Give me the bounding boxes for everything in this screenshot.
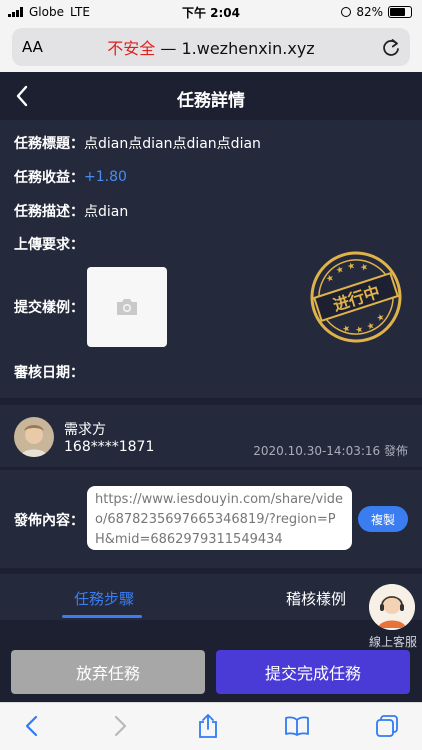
upload-requirement-row: 上傳要求： bbox=[14, 234, 84, 254]
task-reward-value: +1.80 bbox=[84, 169, 127, 185]
submit-sample-row: 提交樣例： bbox=[14, 297, 84, 317]
svg-text:★: ★ bbox=[325, 273, 336, 285]
upload-requirement-label: 上傳要求： bbox=[14, 237, 84, 253]
battery-icon bbox=[388, 6, 412, 18]
customer-service[interactable]: 線上客服 bbox=[367, 584, 417, 650]
status-bar: Globe LTE 下午 2:04 82% bbox=[0, 0, 422, 24]
content-label: 發佈內容： bbox=[14, 513, 84, 529]
address-bar[interactable]: AA 不安全 — 1.wezhenxin.xyz bbox=[12, 28, 410, 66]
in-progress-stamp: ★ ★ ★ ★ ★ ★ ★ ★ 进行中 bbox=[310, 251, 402, 343]
task-desc-value: 点dian bbox=[84, 204, 129, 220]
task-reward-label: 任務收益： bbox=[14, 170, 84, 186]
task-desc-label: 任務描述： bbox=[14, 204, 84, 220]
review-date-label: 審核日期： bbox=[14, 365, 84, 381]
share-icon[interactable] bbox=[197, 713, 219, 739]
svg-text:★: ★ bbox=[354, 325, 365, 337]
review-date-row: 審核日期： bbox=[14, 362, 84, 382]
svg-text:★: ★ bbox=[375, 312, 386, 324]
requester-name: 需求方 bbox=[64, 422, 106, 438]
browser-forward-icon[interactable] bbox=[112, 715, 128, 737]
svg-text:★: ★ bbox=[359, 262, 370, 274]
orientation-lock-icon bbox=[341, 7, 352, 17]
submit-sample-label: 提交樣例： bbox=[14, 300, 84, 316]
bookmarks-icon[interactable] bbox=[284, 716, 310, 736]
task-title-value: 点dian点dian点dian点dian bbox=[84, 136, 261, 152]
tabs-icon[interactable] bbox=[375, 714, 399, 738]
task-title-row: 任務標題： 点dian点dian点dian点dian bbox=[14, 133, 261, 153]
sample-image-upload[interactable] bbox=[87, 267, 167, 347]
task-detail-card: 任務標題： 点dian点dian点dian点dian 任務收益： +1.80 任… bbox=[0, 120, 422, 398]
requester-card: 需求方 168****1871 2020.10.30-14:03:16 發佈 bbox=[0, 405, 422, 467]
customer-service-icon[interactable] bbox=[369, 584, 415, 630]
content-link-box[interactable]: https://www.iesdouyin.com/share/video/68… bbox=[87, 486, 352, 550]
tab-review-sample[interactable]: 稽核樣例 bbox=[286, 588, 346, 609]
tab-content bbox=[0, 620, 422, 650]
task-title-label: 任務標題： bbox=[14, 136, 84, 152]
submit-task-button[interactable]: 提交完成任務 bbox=[216, 650, 410, 694]
copy-button[interactable]: 複製 bbox=[358, 506, 408, 532]
published-date: 2020.10.30-14:03:16 發佈 bbox=[253, 444, 408, 458]
camera-icon bbox=[117, 299, 137, 315]
active-tab-indicator bbox=[62, 615, 142, 618]
url-host: 1.wezhenxin.xyz bbox=[181, 39, 315, 58]
task-reward-row: 任務收益： +1.80 bbox=[14, 167, 127, 187]
svg-text:★: ★ bbox=[366, 321, 377, 333]
tab-bar: 任務步驟 稽核樣例 bbox=[0, 574, 422, 620]
address-bar-area: AA 不安全 — 1.wezhenxin.xyz bbox=[0, 24, 422, 72]
page-title: 任務詳情 bbox=[177, 91, 245, 111]
battery-percent: 82% bbox=[356, 5, 383, 19]
security-warning: 不安全 bbox=[107, 39, 156, 58]
url-separator: — bbox=[155, 39, 182, 58]
svg-text:★: ★ bbox=[346, 261, 357, 273]
abandon-task-button[interactable]: 放弃任務 bbox=[11, 650, 205, 694]
task-desc-row: 任務描述： 点dian bbox=[14, 201, 128, 221]
published-content: 發佈內容： https://www.iesdouyin.com/share/vi… bbox=[0, 470, 422, 568]
reload-icon[interactable] bbox=[382, 37, 400, 57]
battery-fill bbox=[390, 8, 405, 16]
url-display[interactable]: 不安全 — 1.wezhenxin.xyz bbox=[12, 35, 410, 59]
tab-task-steps[interactable]: 任務步驟 bbox=[74, 588, 134, 609]
browser-back-icon[interactable] bbox=[24, 715, 40, 737]
status-right: 82% bbox=[341, 5, 412, 19]
page-header: 任務詳情 bbox=[0, 72, 422, 120]
browser-toolbar bbox=[0, 702, 422, 750]
requester-avatar bbox=[14, 417, 54, 457]
requester-phone: 168****1871 bbox=[64, 439, 155, 455]
svg-text:★: ★ bbox=[335, 265, 346, 277]
action-bar: 放弃任務 提交完成任務 bbox=[0, 648, 422, 700]
